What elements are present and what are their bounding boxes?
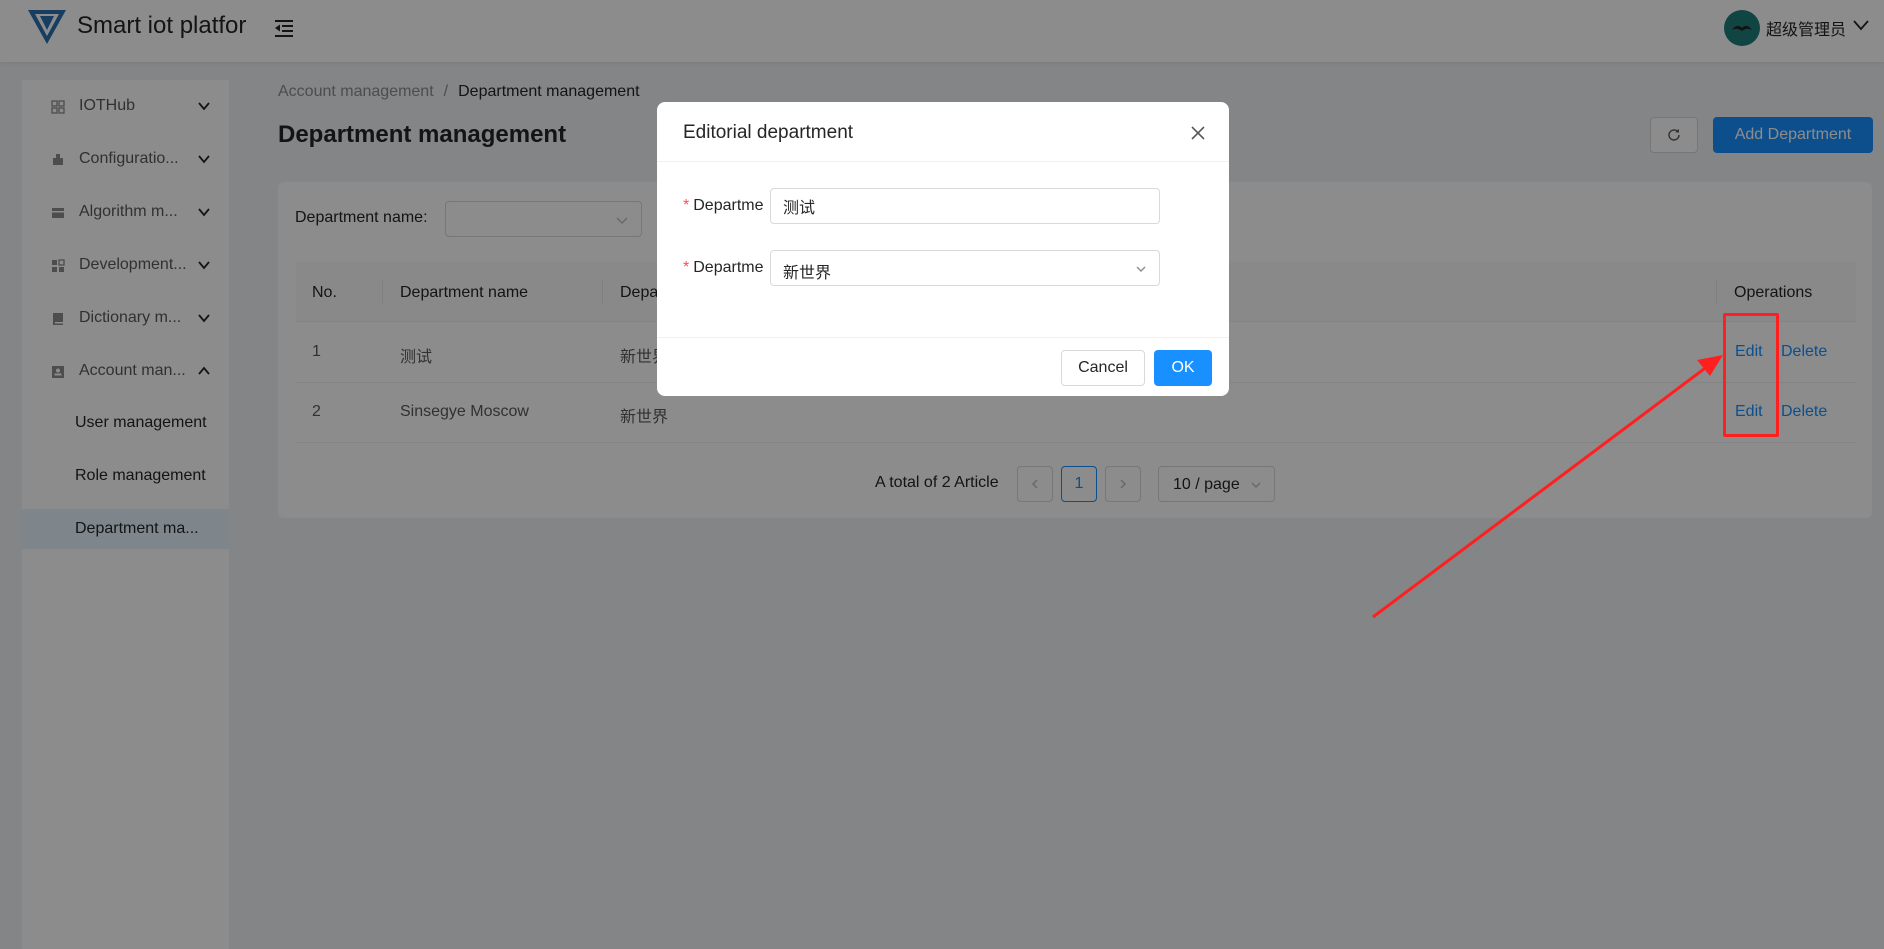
modal-title: Editorial department xyxy=(683,122,854,143)
form-label-text: Departme xyxy=(693,197,764,214)
form-label-department-name: * Departme xyxy=(683,197,771,215)
form-label-text: Departme xyxy=(693,259,764,276)
parent-department-select[interactable]: 新世界 xyxy=(770,250,1160,286)
department-name-input[interactable] xyxy=(770,188,1160,224)
required-mark: * xyxy=(683,259,690,276)
form-label-parent-department: * Departme xyxy=(683,259,771,277)
required-mark: * xyxy=(683,197,690,214)
modal-footer-divider xyxy=(657,337,1229,338)
parent-department-value: 新世界 xyxy=(783,265,832,282)
chevron-down-icon xyxy=(1136,266,1146,272)
ok-button[interactable]: OK xyxy=(1154,350,1212,386)
cancel-button[interactable]: Cancel xyxy=(1061,350,1145,386)
modal-header-divider xyxy=(657,161,1229,162)
close-icon[interactable] xyxy=(1187,122,1209,144)
edit-department-modal: Editorial department *Departme *Departme… xyxy=(657,102,1229,396)
annotation-highlight-box xyxy=(1723,313,1779,437)
